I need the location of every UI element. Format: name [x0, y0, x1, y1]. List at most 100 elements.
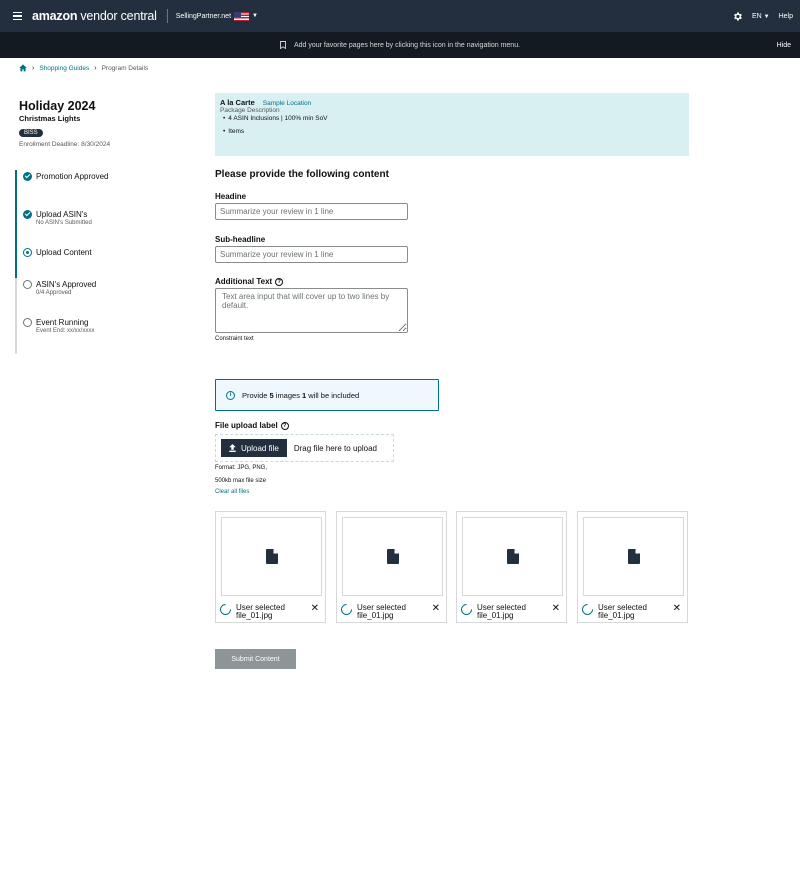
constraint-text: Constraint text	[215, 336, 254, 342]
alert-text-mid: images	[273, 390, 303, 400]
radio-empty-icon	[23, 280, 32, 289]
file-name: User selected file_01.jpg	[477, 603, 526, 620]
chevron-down-icon: ▼	[763, 13, 770, 20]
size-hint: 500kb max file size	[215, 478, 267, 484]
step-promotion-approved[interactable]: Promotion Approved	[23, 172, 109, 182]
file-name: User selected file_01.jpg	[236, 603, 285, 620]
package-name: A la Carte	[220, 98, 255, 107]
file-card-footer: User selected file_01.jpg ✕	[579, 601, 685, 620]
file-icon	[386, 549, 399, 564]
package-description: Package Description	[220, 107, 280, 114]
step-upload-content[interactable]: Upload Content	[23, 248, 92, 258]
spinner-icon	[217, 601, 234, 618]
us-flag-icon	[234, 11, 250, 21]
spinner-icon	[458, 601, 475, 618]
info-icon: i	[226, 390, 235, 400]
file-card: User selected file_01.jpg ✕	[577, 511, 688, 623]
additional-text-label: Additional Text ?	[215, 277, 284, 286]
file-thumbnail	[221, 517, 322, 596]
file-icon	[627, 549, 640, 564]
logo-divider	[166, 9, 168, 23]
chevron-right-icon: ›	[32, 64, 35, 72]
submit-content-button[interactable]: Submit Content	[215, 649, 296, 669]
step-upload-asins[interactable]: Upload ASIN's No ASIN's Submitted	[23, 210, 92, 227]
close-icon[interactable]: ✕	[552, 604, 560, 614]
package-info-panel: A la Carte Sample Location Package Descr…	[215, 93, 689, 156]
step-sublabel: No ASIN's Submitted	[36, 220, 92, 226]
vendor-central-logo[interactable]: amazon vendor central	[32, 9, 157, 23]
package-bullets: 4 ASIN Inclusions | 100% min SoV Items	[220, 115, 684, 135]
gear-icon[interactable]	[732, 11, 743, 22]
logo-vendor-central: vendor central	[80, 9, 157, 23]
marketplace-selector[interactable]: SellingPartner.net ▼	[175, 11, 258, 21]
headline-input[interactable]	[215, 203, 408, 220]
breadcrumb-shopping-guides[interactable]: Shopping Guides	[39, 65, 89, 72]
package-bullet: 4 ASIN Inclusions | 100% min SoV	[220, 115, 684, 122]
spinner-icon	[579, 601, 596, 618]
help-icon[interactable]: ?	[280, 421, 289, 430]
file-card-footer: User selected file_01.jpg ✕	[338, 601, 444, 620]
package-bullet: Items	[220, 128, 684, 135]
headline-label: Headine	[215, 192, 246, 201]
radio-selected-icon	[23, 248, 32, 257]
file-icon	[265, 549, 278, 564]
file-card: User selected file_01.jpg ✕	[456, 511, 567, 623]
program-badge: BISS	[19, 129, 43, 137]
clear-all-files-link[interactable]: Clear all files	[215, 489, 249, 495]
bookmark-icon	[280, 41, 286, 49]
additional-text-label-text: Additional Text	[215, 277, 273, 286]
step-event-running[interactable]: Event Running Event End: xx/xx/xxxx	[23, 318, 94, 335]
step-label: Promotion Approved	[36, 172, 109, 181]
image-requirement-alert: i Provide 5 images 1 will be included	[215, 379, 439, 411]
program-title: Holiday 2024	[19, 99, 96, 113]
menu-icon[interactable]	[6, 11, 28, 21]
language-label: EN	[751, 12, 762, 20]
enrollment-deadline: Enrollment Deadline: 8/30/2024	[19, 141, 111, 148]
help-link[interactable]: Help	[779, 13, 793, 20]
alert-text-pre: Provide	[242, 390, 270, 400]
upload-file-button-label: Upload file	[241, 443, 279, 453]
step-label: Upload ASIN's	[36, 210, 88, 219]
spinner-icon	[338, 601, 355, 618]
top-navigation-bar: amazon vendor central SellingPartner.net …	[0, 0, 800, 32]
top-right-controls: EN ▼ Help	[732, 11, 793, 22]
alert-text-post: will be included	[306, 390, 360, 400]
subheadline-label-text: Sub-headline	[215, 235, 266, 244]
close-icon[interactable]: ✕	[311, 604, 319, 614]
step-label: Event Running	[36, 318, 89, 327]
marketplace-name: SellingPartner.net	[175, 12, 232, 20]
file-dropzone[interactable]: Upload file Drag file here to upload	[215, 434, 394, 462]
file-name: User selected file_01.jpg	[598, 603, 647, 620]
radio-empty-icon	[23, 318, 32, 327]
home-icon[interactable]	[19, 64, 27, 72]
breadcrumb-program-details: Program Details	[101, 64, 149, 72]
drag-hint: Drag file here to upload	[293, 443, 377, 453]
step-label: ASIN's Approved	[36, 280, 97, 289]
upload-file-button[interactable]: Upload file	[221, 439, 287, 457]
stepper-track-completed	[15, 170, 17, 278]
help-icon[interactable]: ?	[275, 277, 284, 286]
package-location-link[interactable]: Sample Location	[263, 100, 311, 107]
step-sublabel: 0/4 Approved	[36, 290, 72, 296]
chevron-down-icon: ▼	[252, 13, 258, 19]
subheadline-input[interactable]	[215, 246, 408, 263]
additional-text-textarea[interactable]	[215, 288, 408, 333]
close-icon[interactable]: ✕	[673, 604, 681, 614]
format-hint: Format: JPG, PNG,	[215, 465, 268, 471]
program-subtitle: Christmas Lights	[19, 114, 81, 123]
file-thumbnail	[342, 517, 443, 596]
file-thumbnail	[462, 517, 563, 596]
file-card-footer: User selected file_01.jpg ✕	[458, 601, 564, 620]
hide-button[interactable]: Hide	[777, 42, 791, 49]
check-circle-icon	[23, 172, 32, 181]
chevron-right-icon: ›	[94, 64, 97, 72]
step-asins-approved[interactable]: ASIN's Approved 0/4 Approved	[23, 280, 96, 297]
file-icon	[506, 549, 519, 564]
close-icon[interactable]: ✕	[432, 604, 440, 614]
step-sublabel: Event End: xx/xx/xxxx	[36, 328, 95, 334]
file-card: User selected file_01.jpg ✕	[215, 511, 326, 623]
language-selector[interactable]: EN ▼	[752, 13, 770, 20]
file-upload-label-text: File upload label	[215, 421, 278, 430]
favorites-bar: Add your favorite pages here by clicking…	[0, 32, 800, 58]
step-label: Upload Content	[36, 248, 92, 257]
